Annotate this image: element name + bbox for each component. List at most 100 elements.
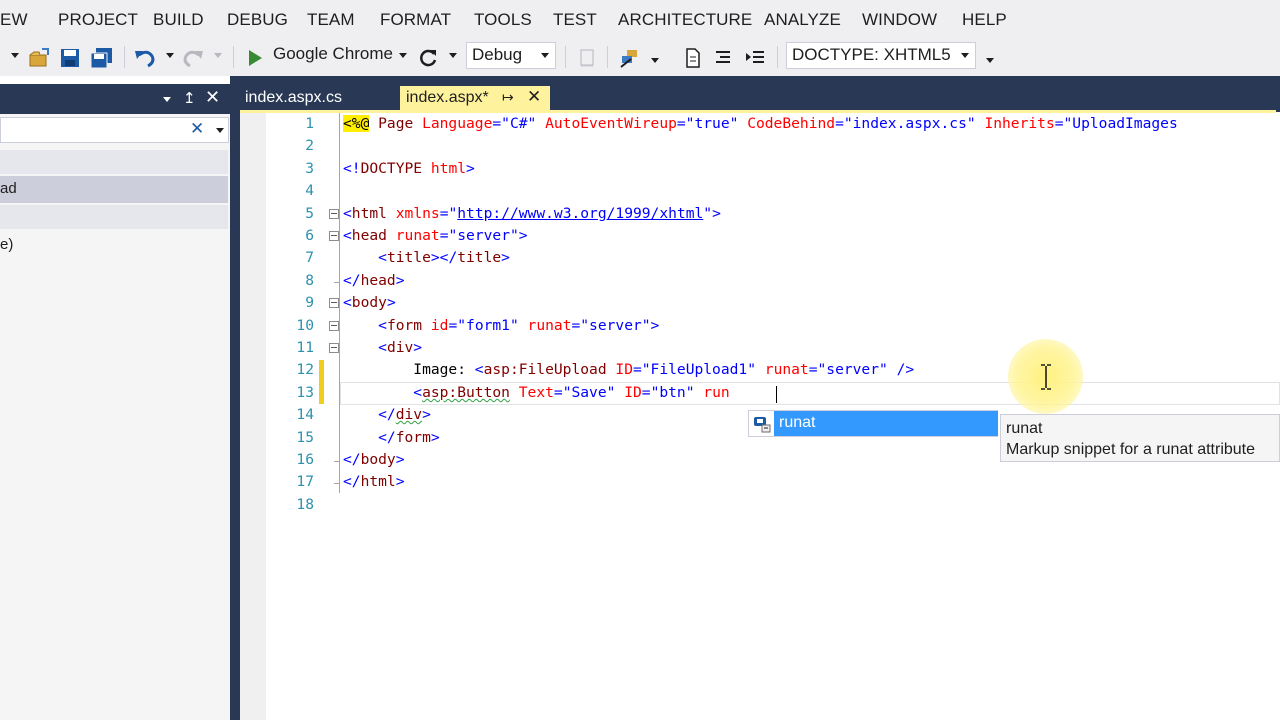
outline-end-marker <box>334 483 339 485</box>
line-number: 6 <box>305 227 314 244</box>
code-line[interactable]: <div> <box>343 337 422 359</box>
pin-icon[interactable]: ↥ <box>183 89 196 107</box>
code-token: div <box>395 406 423 424</box>
back-dropdown-arrow[interactable] <box>11 53 19 58</box>
redo-dropdown-arrow[interactable] <box>214 53 222 58</box>
undo-icon[interactable] <box>133 44 157 72</box>
outline-guide <box>339 113 340 493</box>
doctype-select[interactable]: DOCTYPE: XHTML5 <box>786 42 976 69</box>
code-token: < <box>343 339 387 356</box>
window-splitter[interactable] <box>230 76 240 720</box>
format-icon[interactable] <box>618 44 642 72</box>
menu-project[interactable]: PROJECT <box>58 10 138 30</box>
code-line[interactable]: <head runat="server"> <box>343 225 528 247</box>
collapse-toggle-icon[interactable] <box>329 298 339 309</box>
toolbar-separator <box>607 46 608 68</box>
view-icon[interactable] <box>682 44 704 72</box>
menu-format[interactable]: FORMAT <box>380 10 451 30</box>
code-line[interactable]: </form> <box>343 427 440 449</box>
code-token: </ <box>343 428 396 446</box>
code-token: form <box>386 316 423 334</box>
outline-icon[interactable] <box>712 44 734 72</box>
code-line[interactable]: </html> <box>343 471 405 493</box>
menu-test[interactable]: TEST <box>553 10 597 30</box>
change-marker <box>319 382 324 404</box>
open-project-icon[interactable] <box>28 44 52 72</box>
redo-icon[interactable] <box>181 44 205 72</box>
code-token: Text <box>518 383 554 401</box>
save-all-icon[interactable] <box>89 44 115 72</box>
close-icon[interactable]: ✕ <box>205 87 220 108</box>
code-token: <%@ <box>343 115 370 132</box>
code-token: html <box>360 473 396 491</box>
collapse-toggle-icon[interactable] <box>329 320 339 331</box>
close-tab-icon[interactable]: ✕ <box>527 87 541 107</box>
code-token: < <box>474 361 484 379</box>
browser-dropdown-arrow[interactable] <box>399 53 407 58</box>
pin-icon[interactable]: ↦ <box>502 89 514 106</box>
code-token: asp:Button <box>422 383 510 401</box>
code-token: Page <box>369 115 423 132</box>
tool-window-group <box>0 205 228 229</box>
code-line[interactable]: <asp:Button Text="Save" ID="btn" run <box>343 382 730 404</box>
tab-index-aspx-cs[interactable]: index.aspx.cs <box>240 86 398 112</box>
clear-search-icon[interactable]: ✕ <box>190 119 204 139</box>
collapse-toggle-icon[interactable] <box>329 208 339 219</box>
menu-analyze[interactable]: ANALYZE <box>764 10 841 30</box>
code-token: ="form1" <box>448 316 528 334</box>
collapse-toggle-icon[interactable] <box>329 231 339 241</box>
code-token: ="FileUpload1" <box>632 361 765 379</box>
format-dropdown-arrow[interactable] <box>651 58 659 63</box>
code-line[interactable]: Image: <asp:FileUpload ID="FileUpload1" … <box>343 359 914 381</box>
undo-dropdown-arrow[interactable] <box>166 53 174 58</box>
window-position-arrow[interactable] <box>163 97 171 102</box>
code-line[interactable]: <body> <box>343 292 396 314</box>
browser-label[interactable]: Google Chrome <box>273 44 393 64</box>
code-line[interactable]: <html xmlns="http://www.w3.org/1999/xhtm… <box>343 203 721 225</box>
menu-architecture[interactable]: ARCHITECTURE <box>618 10 752 30</box>
tab-label: index.aspx.cs <box>245 89 342 106</box>
code-line[interactable]: </body> <box>343 449 405 471</box>
code-line[interactable]: <form id="form1" runat="server"> <box>343 315 659 337</box>
line-number: 18 <box>296 495 314 513</box>
toolbar-overflow-arrow[interactable] <box>986 58 994 63</box>
search-options-arrow[interactable] <box>216 128 224 133</box>
code-token: > <box>395 271 405 289</box>
code-token: run <box>703 383 730 401</box>
tab-index-aspx[interactable]: index.aspx* ↦ ✕ <box>400 86 550 112</box>
menu-window[interactable]: WINDOW <box>862 10 937 30</box>
code-token: </ <box>343 451 361 468</box>
ibeam-cursor-icon <box>1040 364 1052 394</box>
code-token: http://www.w3.org/1999/xhtml <box>457 204 704 222</box>
save-icon[interactable] <box>59 44 81 72</box>
comment-icon[interactable] <box>576 44 598 72</box>
menu-build[interactable]: BUILD <box>153 10 204 30</box>
menu-tools[interactable]: TOOLS <box>474 10 532 30</box>
start-debugging-icon[interactable] <box>244 44 266 72</box>
code-token: < <box>343 249 387 267</box>
code-line[interactable]: <%@ Page Language="C#" AutoEventWireup="… <box>343 113 1178 135</box>
code-token: ="btn" <box>641 383 704 401</box>
line-number: 8 <box>305 271 314 289</box>
collapse-toggle-icon[interactable] <box>329 343 339 353</box>
refresh-icon[interactable] <box>417 44 439 72</box>
indent-icon[interactable] <box>743 44 767 72</box>
text-caret <box>776 386 777 403</box>
code-line[interactable]: </div> <box>343 404 431 426</box>
tool-window-item-selected[interactable]: ad <box>0 176 228 203</box>
configuration-select[interactable]: Debug <box>466 42 556 69</box>
code-line[interactable]: </head> <box>343 270 405 292</box>
menu-debug[interactable]: DEBUG <box>227 10 288 30</box>
tool-window-item-label[interactable]: e) <box>0 236 13 253</box>
tool-window-search-input[interactable]: ✕ <box>0 117 229 143</box>
menu-help[interactable]: HELP <box>962 10 1007 30</box>
menu-team[interactable]: TEAM <box>307 10 355 30</box>
code-line[interactable]: <title></title> <box>343 247 510 269</box>
code-token: > <box>413 339 423 356</box>
line-number: 1 <box>305 115 314 132</box>
refresh-dropdown-arrow[interactable] <box>449 53 457 58</box>
completion-item-runat[interactable]: runat <box>774 411 998 436</box>
menu-view[interactable]: EW <box>0 10 28 30</box>
code-line[interactable]: <!DOCTYPE html> <box>343 158 475 180</box>
